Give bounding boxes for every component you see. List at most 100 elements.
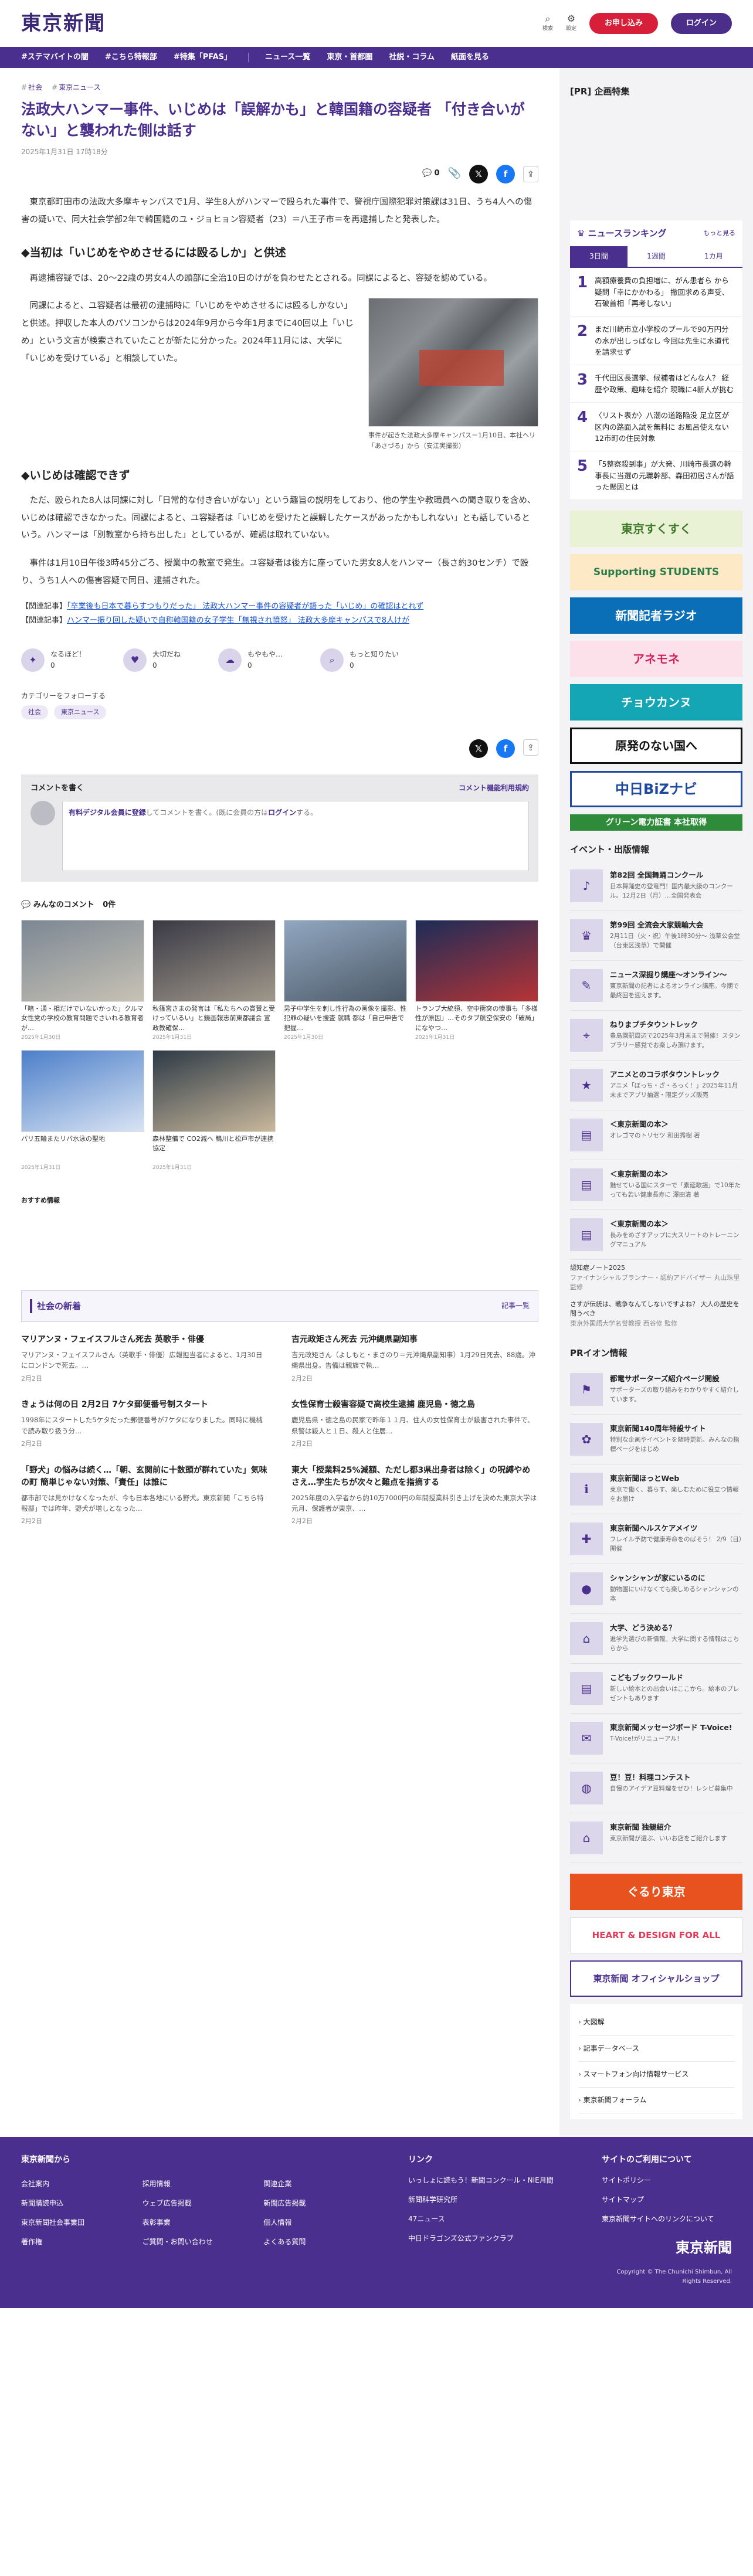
footer-link[interactable]: 東京新聞サイトへのリンクについて bbox=[602, 2214, 732, 2225]
ranking-item[interactable]: 2 まだ川崎市立小学校のプールで90万円分の水が出しっぱなし 今回は先生に水道代を… bbox=[570, 317, 742, 366]
event-item[interactable]: ♪ 第82回 全国舞踊コンクール 日本舞踊史の登竜門！国内最大級のコンクール。12月… bbox=[570, 861, 742, 912]
footer-link[interactable]: 会社案内 bbox=[21, 2179, 131, 2190]
share-icon[interactable]: ⇪ bbox=[523, 739, 538, 756]
footer-link[interactable]: 採用情報 bbox=[143, 2179, 252, 2190]
thumb-card[interactable]: 男子中学生を刺し性行為の画像を撮影、性犯罪の疑いを捜査 就職 都は「自己申告で把… bbox=[284, 919, 407, 1042]
pr-event-item[interactable]: ▤ こどもブックワールド 新しい絵本との出会いはここから。絵本のプレゼントもあります bbox=[570, 1664, 742, 1714]
tab-1week[interactable]: 1週間 bbox=[628, 246, 685, 267]
footer-link[interactable]: 個人情報 bbox=[263, 2217, 373, 2228]
news-item[interactable]: 「野犬」の悩みは続く…「朝、玄関前に十数頭が群れていた」気味の町 簡単じゃない対… bbox=[21, 1464, 268, 1527]
nav-item-pfas[interactable]: #特集「PFAS」 bbox=[174, 52, 232, 64]
banner-chokannu[interactable]: チョウカンヌ bbox=[570, 684, 742, 721]
footer-logo[interactable]: 東京新聞 bbox=[602, 2237, 732, 2259]
footer-link[interactable]: 新聞広告掲載 bbox=[263, 2198, 373, 2209]
nav-item-paper[interactable]: 紙面を見る bbox=[451, 52, 489, 64]
footer-link[interactable]: サイトマップ bbox=[602, 2194, 732, 2205]
footer-link[interactable]: いっしょに読もう！新聞コンクール・NIE月間 bbox=[408, 2175, 567, 2186]
news-item[interactable]: 東大「授業料25%減額、ただし都3県出身者は除く」の呪縛やめさえ…学生たちが次々… bbox=[291, 1464, 538, 1527]
link-database[interactable]: 記事データベース bbox=[578, 2036, 734, 2062]
breadcrumb-society[interactable]: 社会 bbox=[21, 82, 42, 93]
footer-link[interactable]: 新聞科学研究所 bbox=[408, 2194, 567, 2205]
footer-link[interactable]: 新聞購読申込 bbox=[21, 2198, 131, 2209]
banner-supporting-students[interactable]: Supporting STUDENTS bbox=[570, 554, 742, 591]
link-forum[interactable]: 東京新聞フォーラム bbox=[578, 2088, 734, 2114]
footer-link[interactable]: よくある質問 bbox=[263, 2237, 373, 2248]
news-item[interactable]: きょうは何の日 2月2日 7ケタ郵便番号制スタート 1998年にスタートした5ケタ… bbox=[21, 1399, 268, 1449]
news-item[interactable]: マリアンヌ・フェイスフルさん死去 英歌手・俳優 マリアンヌ・フェイスフルさん（英歌… bbox=[21, 1334, 268, 1384]
footer-link[interactable]: ウェブ広告掲載 bbox=[143, 2198, 252, 2209]
banner-gururi[interactable]: ぐるり東京 bbox=[570, 1874, 742, 1911]
site-logo[interactable]: 東京新聞 bbox=[21, 8, 106, 39]
footer-link[interactable]: 中日ドラゴンズ公式ファンクラブ bbox=[408, 2233, 567, 2244]
link-daizukai[interactable]: 大図解 bbox=[578, 2010, 734, 2036]
pr-event-item[interactable]: ⌂ 大学、どう決める？ 進学先選びの新情報。大学に関する情報はこちらから bbox=[570, 1614, 742, 1664]
footer-link[interactable]: サイトポリシー bbox=[602, 2175, 732, 2186]
reaction-motto[interactable]: ⌕ もっと知りたい 0 bbox=[320, 648, 399, 672]
reaction-naruhodo[interactable]: ✦ なるほど！ 0 bbox=[21, 648, 86, 672]
x-share-icon[interactable]: 𝕏 bbox=[469, 739, 488, 758]
event-item[interactable]: ♛ 第99回 全流会大家競輪大会 2月11日（火・祝）午後1時30分〜 浅草公会堂（… bbox=[570, 911, 742, 961]
pr-event-item[interactable]: ✿ 東京新聞140周年特設サイト 特別な企画やイベントを随時更新。みんなの指標ページ… bbox=[570, 1415, 742, 1465]
thumb-card[interactable]: トランプ大統領、空中衝突の惨事も「多様性が原因」…そのタブ航空保安の「破局」にな… bbox=[415, 919, 538, 1042]
related-link[interactable]: 「卒業後も日本で暮らすつもりだった」 法政大ハンマー事件の容疑者が語った「いじめ… bbox=[67, 602, 423, 611]
article-photo[interactable] bbox=[368, 298, 538, 427]
pr-event-item[interactable]: ◍ 豆！豆！料理コンテスト 自慢のアイデア豆料理をぜひ！レシピ募集中 bbox=[570, 1763, 742, 1814]
event-item[interactable]: ✎ ニュース深掘り講座〜オンライン〜 東京新聞の記者によるオンライン講座。今期で最終… bbox=[570, 961, 742, 1011]
login-button[interactable]: ログイン bbox=[670, 12, 732, 35]
banner-heart-design[interactable]: HEART & DESIGN FOR ALL bbox=[570, 1917, 742, 1954]
comment-terms-link[interactable]: コメント機能利用規約 bbox=[459, 783, 529, 795]
thumb-card[interactable]: 森林整備で CO2減へ 鴨川と松戸市が連携協定 2025年1月31日 bbox=[152, 1049, 276, 1172]
tab-3days[interactable]: 3日間 bbox=[570, 246, 628, 267]
reaction-taisetsu[interactable]: ♥ 大切だね 0 bbox=[123, 648, 181, 672]
footer-link[interactable]: 表彰事業 bbox=[143, 2217, 252, 2228]
banner-official-shop[interactable]: 東京新聞 オフィシャルショップ bbox=[570, 1960, 742, 1997]
event-item[interactable]: ▤ ＜東京新聞の本＞ 魅せている国にスターで「素延歌謡」で10年たっても若い健康長寿… bbox=[570, 1160, 742, 1211]
footer-link[interactable]: 47ニュース bbox=[408, 2214, 567, 2225]
link-smartphone[interactable]: スマートフォン向け情報サービス bbox=[578, 2062, 734, 2088]
banner-green-power[interactable]: グリーン電力証書 本社取得 bbox=[570, 814, 742, 831]
nav-item-tokuho[interactable]: #こちら特報部 bbox=[105, 52, 157, 64]
ranking-item[interactable]: 5 「5整察殺到事」が大発、川崎市長選の幹事長に当選の元職幹部、森田初居さんが語っ… bbox=[570, 451, 742, 501]
facebook-share-icon[interactable]: f bbox=[496, 739, 515, 758]
news-item[interactable]: 女性保育士殺害容疑で高校生逮捕 鹿児島・徳之島 鹿児島県・徳之島の民家で昨年１１月… bbox=[291, 1399, 538, 1449]
text-ad[interactable]: さすが伝統は、戦争なんてしないですよね？ 大人の歴史を問うべき 東京外国語大学名誉… bbox=[570, 1296, 742, 1333]
event-item[interactable]: ▤ ＜東京新聞の本＞ 長みをめざすアップに大スリートのトレーニングマニュアル bbox=[570, 1210, 742, 1260]
subscribe-button[interactable]: お申し込み bbox=[589, 12, 658, 35]
search-button[interactable]: ⌕ 検索 bbox=[542, 13, 553, 33]
facebook-share-icon[interactable]: f bbox=[496, 164, 515, 183]
nav-item-tokyo[interactable]: 東京・首都圏 bbox=[327, 52, 372, 64]
banner-bizbi[interactable]: 中日BiZナビ bbox=[570, 771, 742, 808]
nav-item-editorial[interactable]: 社説・コラム bbox=[389, 52, 435, 64]
event-item[interactable]: ★ アニメとのコラボタウントレック アニメ「ぼっち・ざ・ろっく！」2025年11月末… bbox=[570, 1061, 742, 1111]
nav-item-stema[interactable]: #ステマバイトの闇 bbox=[21, 52, 89, 64]
login-link[interactable]: ログイン bbox=[268, 808, 296, 817]
ranking-item[interactable]: 3 千代田区長選挙、候補者はどんな人？ 経歴や政策、趣味を紹介 現職に4新人が挑む bbox=[570, 365, 742, 403]
reaction-moyamoya[interactable]: ☁ もやもや… 0 bbox=[218, 648, 283, 672]
banner-anemone[interactable]: アネモネ bbox=[570, 641, 742, 678]
footer-link[interactable]: ご質問・お問い合わせ bbox=[143, 2237, 252, 2248]
pr-event-item[interactable]: ✉ 東京新聞メッセージボード T-Voice! T-Voice!がリニューアル！ bbox=[570, 1714, 742, 1764]
related-link[interactable]: ハンマー振り回した疑いで自称韓国籍の女子学生「無視され憤怒」 法政大多摩キャンパ… bbox=[67, 616, 409, 625]
ranking-item[interactable]: 4 〈リスト表か〉八潮の道路陥没 足立区が区内の路面入試を無料に お風呂使えない1… bbox=[570, 403, 742, 452]
comment-count-button[interactable]: 💬 0 bbox=[422, 168, 439, 180]
pr-event-item[interactable]: ✚ 東京新聞ヘルスケアメイツ フレイル予防で健康寿命をのばそう！ 2/9（日）開催 bbox=[570, 1514, 742, 1565]
tab-1month[interactable]: 1カ月 bbox=[685, 246, 742, 267]
clip-icon[interactable]: 📎 bbox=[448, 165, 461, 182]
settings-button[interactable]: ⚙ 設定 bbox=[566, 13, 576, 33]
footer-link[interactable]: 関連企業 bbox=[263, 2179, 373, 2190]
event-item[interactable]: ⌖ ねりまプチタウントレック 豊島園駅周辺で2025年3月末まで開催！スタンプラリー… bbox=[570, 1011, 742, 1061]
event-item[interactable]: ▤ ＜東京新聞の本＞ オレゴマのトリセツ 和田秀樹 著 bbox=[570, 1110, 742, 1161]
society-news-more-link[interactable]: 記事一覧 bbox=[501, 1300, 530, 1311]
text-ad[interactable]: 認知症ノート2025 ファイナンシャルプランナー・認約アドバイザー 丸山珠里 監修 bbox=[570, 1260, 742, 1296]
news-item[interactable]: 吉元政矩さん死去 元沖縄県副知事 吉元政矩さん（よしもと・まさのり＝元沖縄県副知事… bbox=[291, 1334, 538, 1384]
share-icon[interactable]: ⇪ bbox=[523, 165, 538, 182]
thumb-card[interactable]: 「暗・通・相だけでいないかった」クルマ女性党の学校の教育問題でさいれる教育者が…… bbox=[21, 919, 144, 1042]
breadcrumb-tokyo[interactable]: 東京ニュース bbox=[52, 82, 100, 93]
x-share-icon[interactable]: 𝕏 bbox=[469, 164, 488, 183]
thumb-card[interactable]: 秋篠宮さまの発言は「私たちへの賞賛と受けっているい」と鏡画報志前東都議会 宣政教… bbox=[152, 919, 276, 1042]
pr-event-item[interactable]: ℹ 東京新聞ほっとWeb 東京で働く、暮らす、楽しむために役立つ情報をお届け bbox=[570, 1464, 742, 1515]
ranking-more-link[interactable]: もっと見る bbox=[703, 228, 735, 239]
footer-link[interactable]: 東京新聞社会事業団 bbox=[21, 2217, 131, 2228]
banner-genpatsu[interactable]: 原発のない国へ bbox=[570, 728, 742, 764]
comment-input[interactable]: 有料デジタル会員に登録してコメントを書く。(既に会員の方はログインする。 bbox=[62, 800, 529, 871]
